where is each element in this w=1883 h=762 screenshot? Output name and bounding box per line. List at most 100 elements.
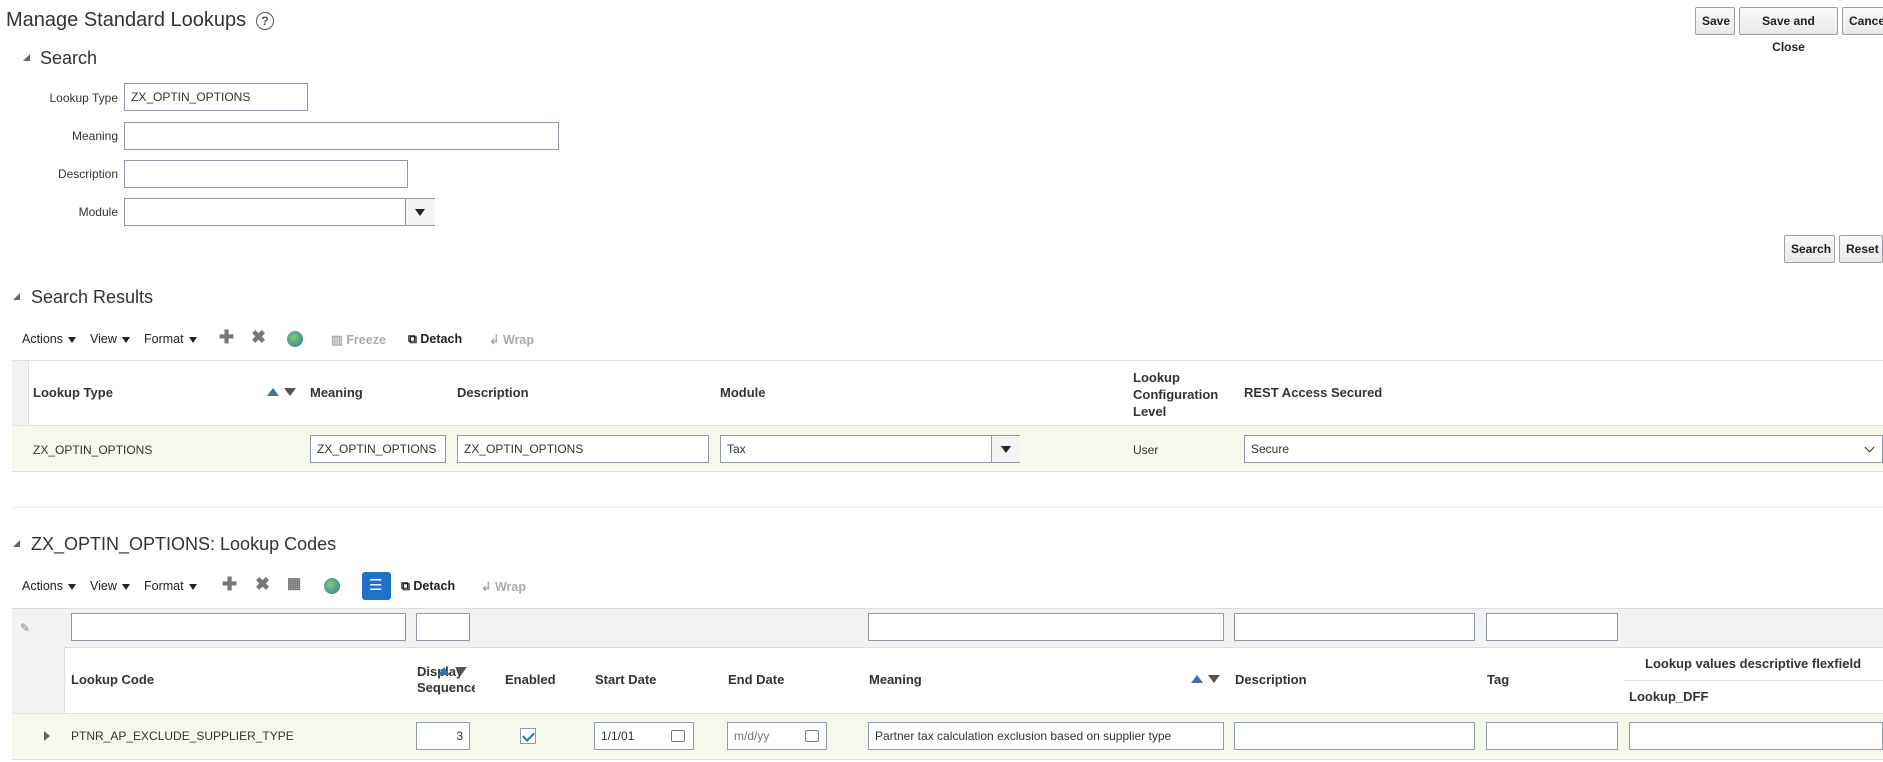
wrap-icon: ↲ <box>481 580 495 594</box>
freeze-button[interactable]: ▥ Freeze <box>331 332 386 347</box>
codes-section-title: ZX_OPTIN_OPTIONS: Lookup Codes <box>31 534 337 554</box>
meaning-input[interactable] <box>124 122 559 150</box>
row-meaning-input[interactable] <box>868 722 1224 750</box>
cancel-button[interactable]: Cance <box>1842 7 1883 35</box>
col-description[interactable]: Description <box>457 385 529 400</box>
col-module[interactable]: Module <box>720 385 766 400</box>
search-section-title: Search <box>40 48 98 68</box>
row-module-select[interactable]: Tax <box>720 435 1020 463</box>
col-meaning[interactable]: Meaning <box>869 672 922 687</box>
calendar-icon[interactable] <box>805 730 819 742</box>
results-section-title: Search Results <box>31 287 154 307</box>
freeze-icon: ▥ <box>331 333 347 347</box>
save-button[interactable]: Save <box>1695 7 1735 35</box>
chevron-down-icon <box>188 336 197 343</box>
codes-format-menu[interactable]: Format <box>144 579 197 593</box>
lookup-type-label: Lookup Type <box>49 91 118 105</box>
chevron-down-icon <box>415 209 425 216</box>
chevron-down-icon <box>68 583 76 590</box>
row-config-level: User <box>1133 443 1159 457</box>
row-meaning-input[interactable] <box>310 435 446 463</box>
globe-icon[interactable] <box>287 331 303 347</box>
codes-detach-button[interactable]: ⧉ Detach <box>401 579 455 594</box>
col-enabled[interactable]: Enabled <box>505 672 556 687</box>
help-icon[interactable]: ? <box>256 12 274 30</box>
row-lookup-type: ZX_OPTIN_OPTIONS <box>33 443 153 457</box>
collapse-results-icon[interactable] <box>13 293 20 300</box>
chevron-down-icon <box>1001 446 1011 453</box>
delete-icon[interactable]: ✖ <box>251 327 266 348</box>
detach-icon: ⧉ <box>401 579 414 593</box>
chevron-down-icon <box>68 336 76 343</box>
row-module-value: Tax <box>727 442 746 456</box>
module-select[interactable] <box>124 198 435 226</box>
filter-display-sequence[interactable] <box>416 613 470 641</box>
wrap-button[interactable]: ↲ Wrap <box>489 332 534 347</box>
row-description-input[interactable] <box>457 435 709 463</box>
expand-row-icon[interactable] <box>44 731 50 741</box>
actions-menu[interactable]: Actions <box>22 332 76 346</box>
row-module-dropdown-button[interactable] <box>991 436 1020 462</box>
codes-wrap-button[interactable]: ↲ Wrap <box>481 579 526 594</box>
add-icon[interactable]: ✚ <box>219 327 234 348</box>
meaning-label: Meaning <box>71 129 118 143</box>
row-rest-select[interactable]: Secure <box>1244 435 1883 463</box>
col-config-level[interactable]: Lookup Configuration Level <box>1133 369 1218 420</box>
clear-filter-icon[interactable]: ✎ <box>20 621 30 635</box>
wrap-icon: ↲ <box>489 333 503 347</box>
chevron-down-icon <box>121 336 130 343</box>
columns-icon[interactable]: ▦ <box>287 574 301 592</box>
page-title: Manage Standard Lookups <box>6 9 247 31</box>
col-end-date[interactable]: End Date <box>728 672 784 687</box>
col-rest-access[interactable]: REST Access Secured <box>1244 385 1382 400</box>
module-dropdown-button[interactable] <box>405 199 435 225</box>
detach-button[interactable]: ⧉ Detach <box>408 332 462 347</box>
col-start-date[interactable]: Start Date <box>595 672 656 687</box>
sort-ascending-icon[interactable] <box>438 667 450 675</box>
calendar-icon[interactable] <box>671 730 685 742</box>
globe-icon[interactable] <box>324 578 340 594</box>
filter-meaning[interactable] <box>868 613 1224 641</box>
col-meaning[interactable]: Meaning <box>310 385 363 400</box>
row-dff-input[interactable] <box>1629 722 1883 750</box>
col-dff-group: Lookup values descriptive flexfield <box>1645 656 1862 671</box>
chevron-down-icon <box>188 583 197 590</box>
sort-ascending-icon[interactable] <box>1191 675 1203 683</box>
delete-icon[interactable]: ✖ <box>255 574 270 595</box>
module-label: Module <box>78 205 118 219</box>
row-display-sequence-input[interactable] <box>416 722 470 750</box>
sort-ascending-icon[interactable] <box>267 388 279 396</box>
collapse-codes-icon[interactable] <box>13 540 20 547</box>
row-lookup-code: PTNR_AP_EXCLUDE_SUPPLIER_TYPE <box>71 729 294 743</box>
query-by-example-button[interactable]: ☰ <box>362 572 391 600</box>
format-menu[interactable]: Format <box>144 332 197 346</box>
row-enabled-checkbox[interactable] <box>520 728 536 744</box>
row-description-input[interactable] <box>1234 722 1475 750</box>
collapse-search-icon[interactable] <box>23 54 30 61</box>
add-icon[interactable]: ✚ <box>222 574 237 595</box>
sort-descending-icon[interactable] <box>455 667 467 675</box>
col-tag[interactable]: Tag <box>1487 672 1509 687</box>
filter-icon: ☰ <box>369 577 383 594</box>
view-menu[interactable]: View <box>90 332 130 346</box>
description-label: Description <box>57 167 118 181</box>
codes-view-menu[interactable]: View <box>90 579 130 593</box>
chevron-down-icon <box>121 583 130 590</box>
search-button[interactable]: Search <box>1784 235 1835 263</box>
description-input[interactable] <box>124 160 408 188</box>
filter-description[interactable] <box>1234 613 1475 641</box>
sort-descending-icon[interactable] <box>1208 675 1220 683</box>
filter-lookup-code[interactable] <box>71 613 406 641</box>
col-lookup-dff[interactable]: Lookup_DFF <box>1629 689 1708 704</box>
col-lookup-code[interactable]: Lookup Code <box>71 672 154 687</box>
save-and-close-button[interactable]: Save and Close <box>1739 7 1838 54</box>
sort-descending-icon[interactable] <box>284 388 296 396</box>
detach-icon: ⧉ <box>408 332 421 346</box>
filter-tag[interactable] <box>1486 613 1618 641</box>
reset-button[interactable]: Reset <box>1839 235 1883 263</box>
col-description[interactable]: Description <box>1235 672 1307 687</box>
row-tag-input[interactable] <box>1486 722 1618 750</box>
lookup-type-input[interactable] <box>124 83 308 111</box>
codes-actions-menu[interactable]: Actions <box>22 579 76 593</box>
col-lookup-type[interactable]: Lookup Type <box>33 385 113 400</box>
